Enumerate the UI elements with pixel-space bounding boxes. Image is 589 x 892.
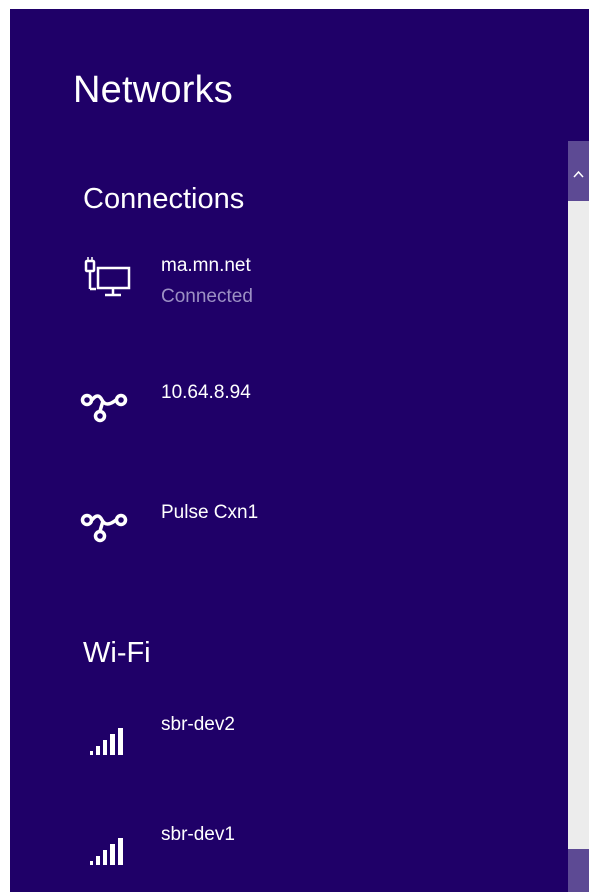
connection-item-vpn-1[interactable]: 10.64.8.94 — [78, 372, 558, 450]
wifi-signal-icon — [90, 838, 123, 865]
networks-pane: Networks Connections ma.mn.net Connected… — [10, 9, 589, 892]
wifi-network-name: sbr-dev1 — [161, 824, 235, 845]
chevron-up-icon — [573, 170, 584, 178]
connection-name: ma.mn.net — [161, 255, 251, 276]
ethernet-icon — [84, 257, 131, 297]
scroll-thumb[interactable] — [568, 849, 589, 892]
vpn-icon — [80, 513, 128, 543]
connection-item-ethernet[interactable]: ma.mn.net Connected — [78, 252, 558, 330]
wifi-item-sbr-dev1[interactable]: sbr-dev1 — [78, 814, 558, 892]
connection-status: Connected — [161, 286, 253, 307]
wifi-item-sbr-dev2[interactable]: sbr-dev2 — [78, 704, 558, 782]
wifi-signal-icon — [90, 728, 123, 755]
wifi-network-name: sbr-dev2 — [161, 714, 235, 735]
connection-name: 10.64.8.94 — [161, 382, 251, 403]
connections-heading: Connections — [83, 183, 245, 215]
wifi-heading: Wi-Fi — [83, 637, 151, 669]
connection-item-vpn-2[interactable]: Pulse Cxn1 — [78, 492, 558, 570]
vpn-icon — [80, 393, 128, 423]
page-title: Networks — [73, 69, 233, 111]
connection-name: Pulse Cxn1 — [161, 502, 259, 523]
scroll-up-button[interactable] — [568, 141, 589, 201]
scrollbar[interactable] — [568, 141, 589, 892]
